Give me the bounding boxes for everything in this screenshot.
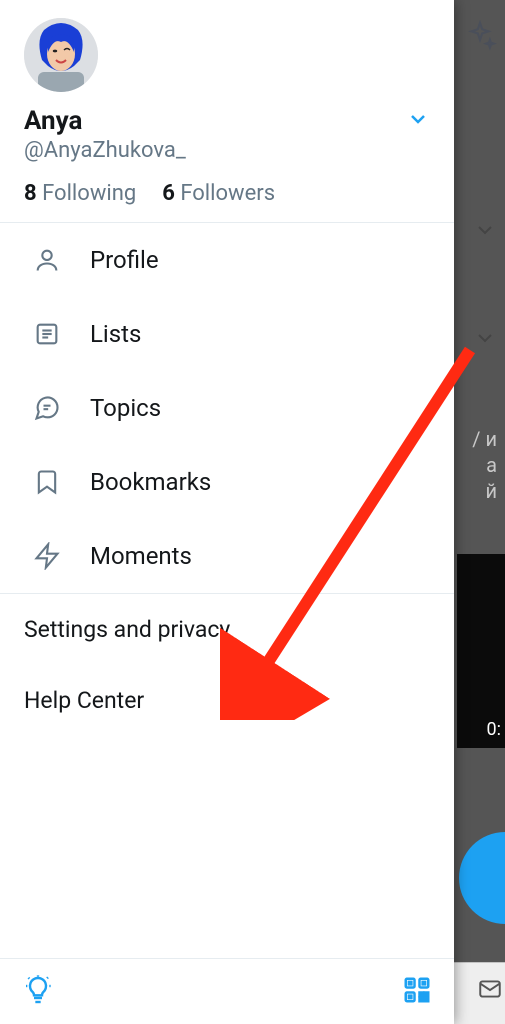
following-count: 8 — [24, 181, 37, 206]
chevron-down-icon — [473, 218, 497, 246]
sparkle-icon — [463, 20, 497, 58]
following-label: Following — [42, 181, 136, 206]
menu-label: Moments — [90, 542, 192, 570]
drawer-header: Anya @AnyaZhukova_ 8 Following 6 Followe… — [0, 0, 454, 222]
menu-item-profile[interactable]: Profile — [0, 223, 454, 297]
display-name[interactable]: Anya — [24, 106, 82, 136]
menu-label: Lists — [90, 320, 141, 348]
person-icon — [32, 245, 62, 275]
menu-item-lists[interactable]: Lists — [0, 297, 454, 371]
following-link[interactable]: 8 Following — [24, 181, 136, 206]
followers-label: Followers — [180, 181, 275, 206]
handle[interactable]: @AnyaZhukova_ — [24, 138, 430, 163]
background-text: / и а й — [472, 426, 497, 504]
menu-label: Topics — [90, 394, 161, 422]
bottom-nav-partial — [454, 962, 505, 1024]
mail-icon — [477, 976, 503, 1006]
secondary-menu: Settings and privacy Help Center — [0, 594, 454, 736]
qr-icon[interactable] — [402, 975, 432, 1009]
video-thumbnail: 0: — [457, 554, 505, 748]
menu-label: Bookmarks — [90, 468, 211, 496]
menu-item-topics[interactable]: Topics — [0, 371, 454, 445]
chevron-down-icon — [473, 326, 497, 354]
avatar[interactable] — [24, 18, 98, 92]
bookmark-icon — [32, 467, 62, 497]
menu-item-help[interactable]: Help Center — [0, 665, 454, 736]
video-duration: 0: — [483, 717, 505, 742]
followers-link[interactable]: 6 Followers — [162, 181, 275, 206]
compose-fab — [459, 832, 505, 924]
topic-icon — [32, 393, 62, 423]
menu-item-settings[interactable]: Settings and privacy — [0, 594, 454, 665]
account-switch-chevron[interactable] — [406, 107, 430, 135]
bulb-icon[interactable] — [22, 974, 54, 1010]
primary-menu: Profile Lists Topics Bookmarks Moments — [0, 223, 454, 593]
navigation-drawer: Anya @AnyaZhukova_ 8 Following 6 Followe… — [0, 0, 454, 1024]
lightning-icon — [32, 541, 62, 571]
drawer-footer — [0, 958, 454, 1024]
list-icon — [32, 319, 62, 349]
followers-count: 6 — [162, 181, 175, 206]
menu-label: Profile — [90, 246, 159, 274]
menu-item-moments[interactable]: Moments — [0, 519, 454, 593]
menu-item-bookmarks[interactable]: Bookmarks — [0, 445, 454, 519]
